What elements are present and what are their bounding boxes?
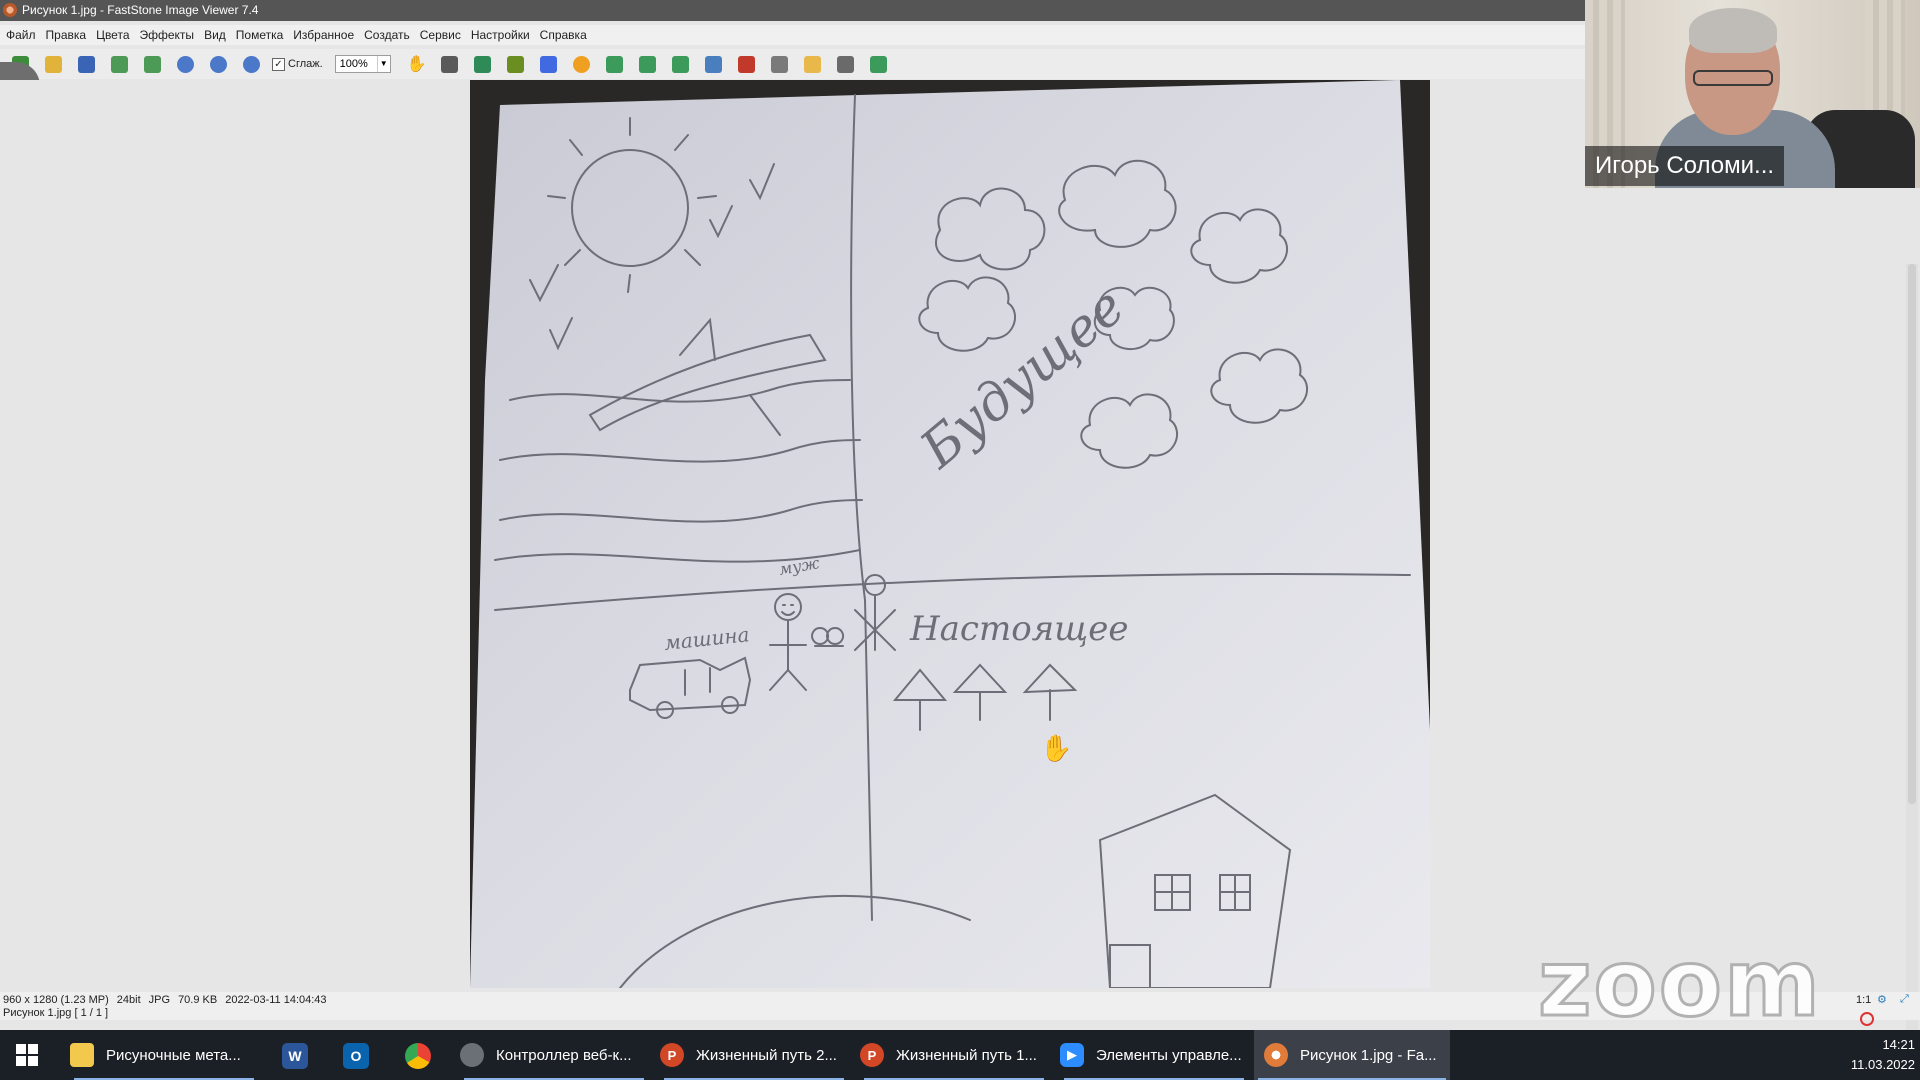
file-index: Рисунок 1.jpg [ 1 / 1 ] (3, 1007, 109, 1019)
save-icon[interactable] (74, 52, 98, 76)
compare-icon[interactable] (702, 52, 726, 76)
next-image-icon[interactable] (140, 52, 164, 76)
menu-create[interactable]: Создать (359, 28, 415, 42)
file-format: JPG (148, 994, 171, 1006)
clock-date: 11.03.2022 (1850, 1057, 1915, 1072)
menu-edit[interactable]: Правка (41, 28, 92, 42)
color-icon[interactable] (570, 52, 594, 76)
clock-time: 14:21 (1882, 1037, 1915, 1052)
crop-icon[interactable] (471, 52, 495, 76)
participant-hair (1689, 8, 1777, 53)
zoom-value: 100% (339, 58, 368, 70)
participant-name: Игорь Соломи... (1585, 146, 1785, 186)
smooth-label: Сглаж. (288, 58, 323, 70)
file-size: 70.9 KB (178, 994, 218, 1006)
menu-file[interactable]: Файл (0, 28, 41, 42)
draw-icon[interactable] (768, 52, 792, 76)
fullscreen-icon[interactable]: ⤢ (1900, 993, 1912, 1005)
hand-tool-icon[interactable]: ✋ (405, 52, 429, 76)
scrollbar-thumb[interactable] (1908, 264, 1916, 804)
menu-tag[interactable]: Пометка (231, 28, 289, 42)
taskbar-item-ppt-2[interactable]: P Жизненный путь 2... (660, 1030, 848, 1080)
window-title-bar: Рисунок 1.jpg - FastStone Image Viewer 7… (0, 0, 1585, 21)
webcam-controller-icon (460, 1043, 484, 1067)
zoom-app-icon: ▶ (1060, 1043, 1084, 1067)
faststone-app-icon (3, 3, 17, 17)
menu-bar: Файл Правка Цвета Эффекты Вид Пометка Из… (0, 25, 1585, 45)
fit-window-icon[interactable]: ⚙ (1877, 993, 1889, 1006)
word-present: Настоящее (909, 609, 1128, 649)
taskbar-item-faststone[interactable]: Рисунок 1.jpg - Fa... (1254, 1030, 1450, 1080)
vertical-scrollbar[interactable]: ▼ (1906, 264, 1918, 1070)
smooth-checkbox[interactable]: ✓ Сглаж. (272, 57, 323, 71)
hand-cursor-icon: ✋ (1040, 733, 1073, 763)
windows-start-icon[interactable] (16, 1044, 38, 1066)
pencil-drawing: Будущее Настоящее машина муж (470, 80, 1430, 988)
taskbar-item-label: Жизненный путь 2... (696, 1046, 837, 1064)
menu-effects[interactable]: Эффекты (135, 28, 200, 42)
menu-colors[interactable]: Цвета (91, 28, 134, 42)
zoom-ratio[interactable]: 1:1 (1856, 994, 1871, 1006)
photo-of-drawing: Будущее Настоящее машина муж (470, 80, 1430, 988)
zoom-out-icon[interactable] (206, 52, 230, 76)
zoom-watermark: zoom (1537, 930, 1822, 1037)
image-dimensions: 960 x 1280 (1.23 MP) (3, 994, 109, 1006)
actual-size-icon[interactable] (239, 52, 263, 76)
taskbar-item-label: Рисунок 1.jpg - Fa... (1300, 1046, 1437, 1064)
slideshow-icon[interactable] (735, 52, 759, 76)
menu-tools[interactable]: Сервис (415, 28, 466, 42)
taskbar-item-webcam[interactable]: Контроллер веб-к... (460, 1030, 648, 1080)
zoom-select[interactable]: 100% ▼ (334, 55, 391, 73)
file-datetime: 2022-03-11 14:04:43 (225, 994, 327, 1006)
powerpoint-icon: P (860, 1043, 884, 1067)
outlook-icon[interactable]: O (343, 1043, 369, 1069)
chevron-down-icon: ▼ (376, 56, 390, 72)
browse-icon[interactable] (41, 52, 65, 76)
participant-video[interactable]: Игорь Соломи... (1585, 0, 1920, 188)
menu-help[interactable]: Справка (535, 28, 592, 42)
powerpoint-icon: P (660, 1043, 684, 1067)
checkbox-mark: ✓ (272, 57, 285, 71)
image-viewer[interactable]: Будущее Настоящее машина муж ▼ (0, 80, 1920, 1070)
adjust-icon[interactable] (603, 52, 627, 76)
rotate-icon[interactable] (537, 52, 561, 76)
menu-settings[interactable]: Настройки (466, 28, 535, 42)
menu-view[interactable]: Вид (199, 28, 231, 42)
taskbar-item-zoom[interactable]: ▶ Элементы управле... (1060, 1030, 1248, 1080)
word-icon[interactable]: W (282, 1043, 308, 1069)
faststone-icon (1264, 1043, 1288, 1067)
taskbar-item-label: Контроллер веб-к... (496, 1046, 632, 1064)
toolbar: ✓ Сглаж. 100% ▼ ✋ (0, 49, 1585, 79)
print-icon[interactable] (834, 52, 858, 76)
taskbar-item-label: Элементы управле... (1096, 1046, 1242, 1064)
fit-icon[interactable] (438, 52, 462, 76)
folder-icon[interactable] (801, 52, 825, 76)
recording-indicator-icon (1860, 1012, 1874, 1026)
zoom-in-icon[interactable] (173, 52, 197, 76)
taskbar-item-label: Рисуночные мета... (106, 1046, 241, 1064)
window-title: Рисунок 1.jpg - FastStone Image Viewer 7… (22, 3, 259, 17)
email-icon[interactable] (867, 52, 891, 76)
chrome-icon[interactable] (405, 1043, 431, 1069)
taskbar-item-explorer[interactable]: Рисуночные мета... (70, 1030, 258, 1080)
taskbar-item-label: Жизненный путь 1... (896, 1046, 1037, 1064)
menu-favorites[interactable]: Избранное (288, 28, 359, 42)
taskbar-item-ppt-1[interactable]: P Жизненный путь 1... (860, 1030, 1048, 1080)
file-explorer-icon (70, 1043, 94, 1067)
participant-glasses (1693, 70, 1773, 86)
resize-icon[interactable] (504, 52, 528, 76)
effects-icon[interactable] (669, 52, 693, 76)
windows-taskbar: Рисуночные мета... W O Контроллер веб-к.… (0, 1030, 1920, 1080)
prev-image-icon[interactable] (107, 52, 131, 76)
bit-depth: 24bit (116, 994, 141, 1006)
flip-icon[interactable] (636, 52, 660, 76)
system-clock[interactable]: 14:21 11.03.2022 (1830, 1035, 1915, 1075)
